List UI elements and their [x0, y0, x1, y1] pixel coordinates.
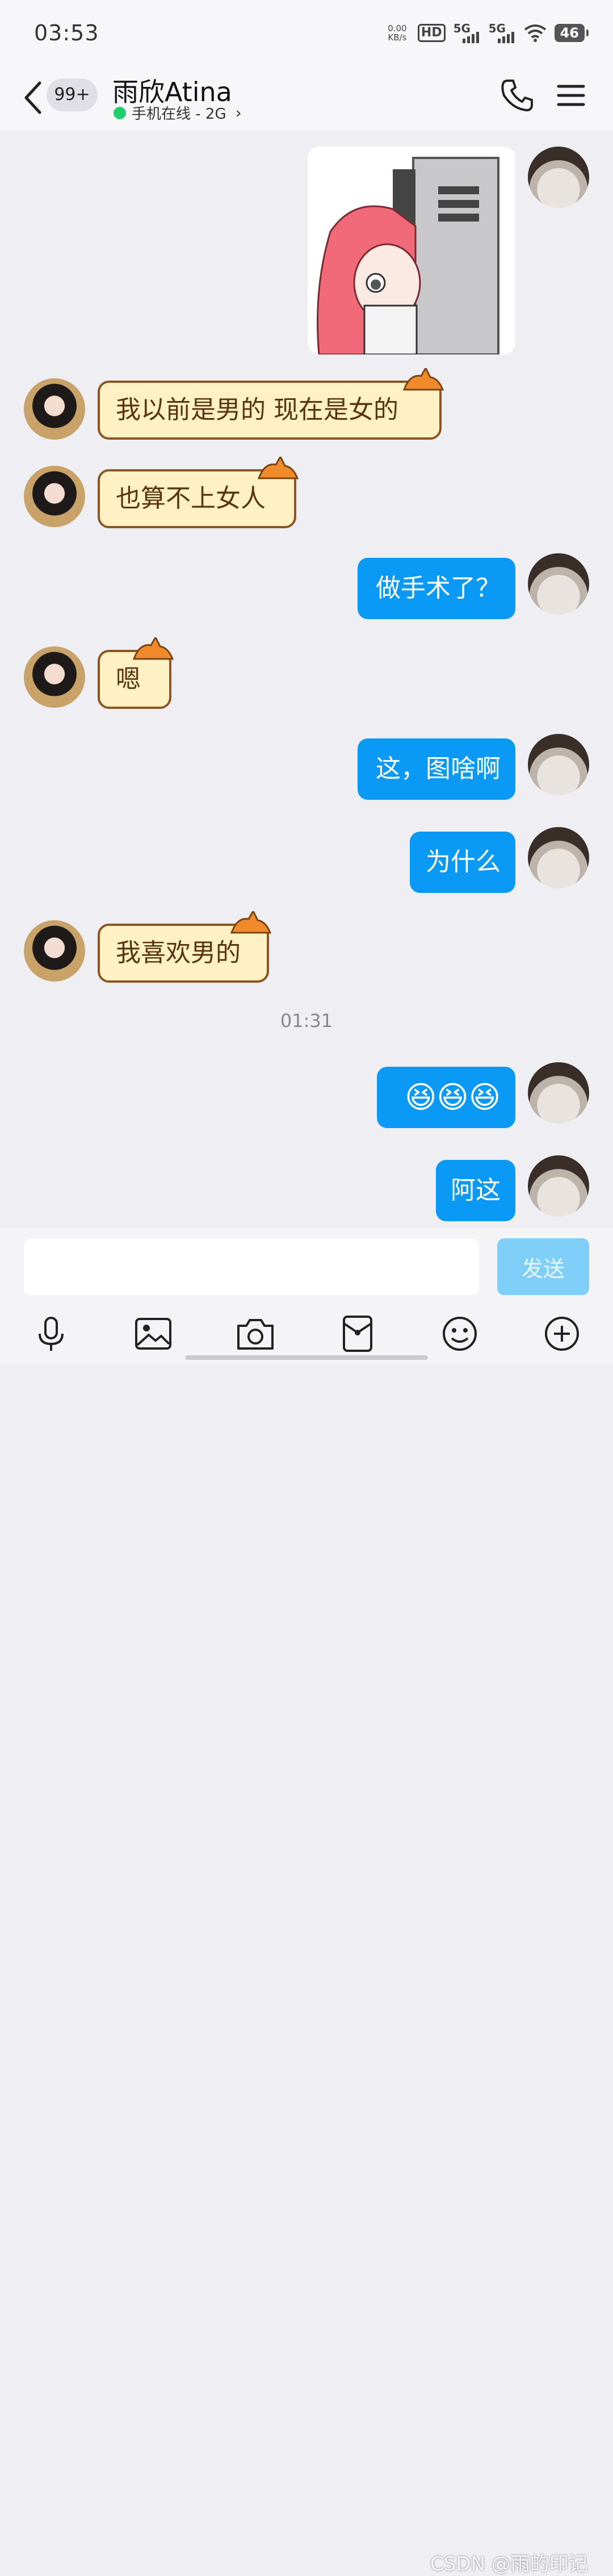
contact-status[interactable]: 手机在线 - 2G ›: [114, 102, 242, 123]
signal-sim2-icon: 5G: [489, 22, 516, 44]
status-bar: 03:53 0.00 KB/s HD 5G 5G 46: [0, 0, 613, 68]
status-icons: 0.00 KB/s HD 5G 5G 46: [385, 20, 589, 45]
camera-icon[interactable]: [235, 1313, 276, 1354]
self-avatar[interactable]: [528, 147, 589, 208]
status-time: 03:53: [34, 20, 99, 45]
message-bubble-other[interactable]: 我以前是男的 现在是女的: [98, 368, 444, 440]
send-button[interactable]: 发送: [497, 1238, 589, 1295]
chevron-right-icon: ›: [235, 103, 242, 122]
unread-count-badge[interactable]: 99+: [47, 78, 98, 111]
message-bubble-other[interactable]: 我喜欢男的: [98, 911, 271, 983]
message-timestamp: 01:31: [280, 1010, 333, 1032]
mic-icon[interactable]: [31, 1313, 72, 1354]
self-avatar[interactable]: [528, 734, 589, 795]
self-avatar[interactable]: [528, 1062, 589, 1124]
back-icon[interactable]: [17, 75, 51, 120]
add-icon[interactable]: [541, 1313, 582, 1354]
message-text: 我喜欢男的: [116, 938, 241, 967]
contact-avatar[interactable]: [24, 646, 85, 708]
message-text: 也算不上女人: [116, 484, 266, 513]
menu-icon[interactable]: [555, 80, 587, 111]
online-dot-icon: [114, 106, 126, 119]
online-status-text: 手机在线 - 2G: [132, 106, 226, 123]
contact-avatar[interactable]: [24, 378, 85, 440]
emoji-icon[interactable]: [439, 1313, 480, 1354]
message-bubble-self[interactable]: 为什么: [410, 832, 515, 893]
phone-icon[interactable]: [499, 77, 536, 114]
message-bubble-other[interactable]: 嗯: [98, 637, 174, 709]
watermark: CSDN @雨的印记: [430, 2553, 588, 2575]
message-bubble-other[interactable]: 也算不上女人: [98, 457, 299, 528]
wifi-icon: [524, 24, 546, 42]
sticker-image: [308, 147, 515, 354]
self-avatar[interactable]: [528, 1155, 589, 1217]
cat-ear-decoration-icon: [230, 911, 271, 934]
message-bubble-self[interactable]: 阿这: [436, 1160, 515, 1221]
cat-ear-decoration-icon: [257, 457, 299, 479]
signal-sim1-icon: 5G: [454, 22, 481, 44]
chat-header: 99+ 雨欣Atina 手机在线 - 2G ›: [0, 68, 613, 131]
self-avatar[interactable]: [528, 553, 589, 615]
sticker-message[interactable]: [308, 147, 515, 354]
message-bubble-self[interactable]: 这，图啥啊: [358, 738, 515, 800]
message-bubble-self[interactable]: 😆😆😆: [377, 1067, 515, 1128]
cat-ear-decoration-icon: [132, 637, 174, 660]
home-indicator[interactable]: [185, 1355, 428, 1360]
message-text: 我以前是男的 现在是女的: [116, 395, 398, 424]
net-speed: 0.00 KB/s: [388, 23, 407, 43]
contact-avatar[interactable]: [24, 466, 85, 527]
message-input[interactable]: [24, 1238, 479, 1295]
self-avatar[interactable]: [528, 827, 589, 888]
contact-avatar[interactable]: [24, 920, 85, 982]
battery-icon: 46: [554, 24, 589, 42]
message-bubble-self[interactable]: 做手术了？: [358, 558, 515, 619]
red-packet-icon[interactable]: [337, 1313, 378, 1354]
hd-icon: HD: [417, 24, 446, 42]
input-area: 发送 CSDN @雨的印记: [0, 1228, 613, 2575]
image-icon[interactable]: [133, 1313, 174, 1354]
message-text: 嗯: [116, 665, 141, 694]
cat-ear-decoration-icon: [402, 368, 444, 391]
